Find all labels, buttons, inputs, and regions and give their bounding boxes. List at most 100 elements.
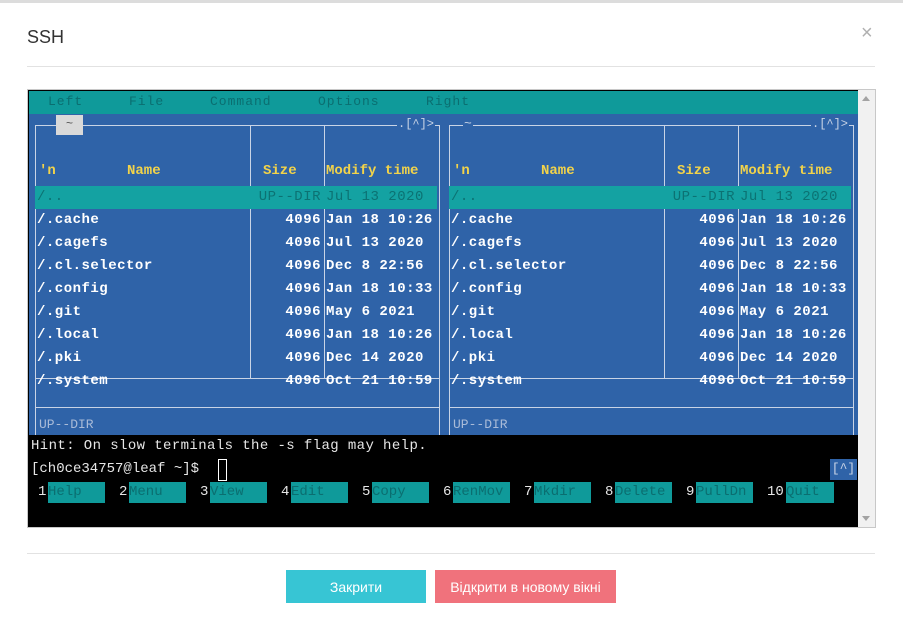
scroll-up-icon[interactable] [862, 96, 870, 101]
fkey-renmov[interactable]: 6 RenMov [434, 482, 515, 503]
close-icon[interactable]: × [861, 22, 873, 45]
file-name: /.cache [451, 212, 514, 228]
footer-divider [27, 553, 875, 554]
file-modify-time: Oct 21 10:59 [326, 373, 433, 389]
fkey-label: RenMov [453, 482, 510, 503]
file-row[interactable]: /.config 4096 Jan 18 10:33 [35, 278, 437, 301]
fkey-number: 6 [443, 484, 452, 500]
right-panel[interactable]: ~ .[^]> 'n Name Size Modify time /.. UP--… [443, 114, 857, 435]
left-panel-top-right[interactable]: .[^]> [397, 117, 436, 131]
col-modify-time[interactable]: Modify time [326, 163, 418, 179]
fkey-label: Copy [372, 482, 429, 503]
header-divider [27, 66, 875, 67]
file-size: 4096 [699, 327, 735, 343]
file-modify-time: May 6 2021 [326, 304, 416, 320]
file-row[interactable]: /.cache 4096 Jan 18 10:26 [35, 209, 437, 232]
right-panel-path[interactable]: ~ [463, 116, 473, 131]
fkey-copy[interactable]: 5 Copy [353, 482, 434, 503]
right-panel-top-right[interactable]: .[^]> [811, 117, 850, 131]
left-panel-path-tab[interactable]: ~ [56, 115, 83, 135]
file-row[interactable]: /.cache 4096 Jan 18 10:26 [449, 209, 851, 232]
file-row[interactable]: /.local 4096 Jan 18 10:26 [35, 324, 437, 347]
fkey-number: 9 [686, 484, 695, 500]
file-modify-time: Jan 18 10:26 [740, 327, 847, 343]
open-in-new-window-button[interactable]: Відкрити в новому вікні [435, 570, 616, 603]
menu-options[interactable]: Options [318, 94, 380, 109]
file-size: 4096 [699, 212, 735, 228]
col-n: 'n [453, 163, 470, 179]
fkey-number: 8 [605, 484, 614, 500]
file-row[interactable]: /.git 4096 May 6 2021 [449, 301, 851, 324]
file-row[interactable]: /.cagefs 4096 Jul 13 2020 [35, 232, 437, 255]
fkey-label: PullDn [696, 482, 753, 503]
file-row[interactable]: /.. UP--DIR Jul 13 2020 [35, 186, 437, 209]
file-modify-time: Jan 18 10:26 [326, 327, 433, 343]
dialog-title: SSH [27, 27, 65, 47]
terminal-scrollbar[interactable] [858, 90, 875, 527]
fkey-edit[interactable]: 4 Edit [272, 482, 353, 503]
col-size[interactable]: Size [263, 163, 297, 179]
file-row[interactable]: /.system 4096 Oct 21 10:59 [35, 370, 437, 393]
fkey-view[interactable]: 3 View [191, 482, 272, 503]
file-row[interactable]: /.cagefs 4096 Jul 13 2020 [449, 232, 851, 255]
file-name: /.git [451, 304, 496, 320]
fkey-label: Help [48, 482, 105, 503]
file-row[interactable]: /.pki 4096 Dec 14 2020 [449, 347, 851, 370]
file-size: 4096 [699, 281, 735, 297]
file-name: /.cl.selector [37, 258, 153, 274]
menu-left[interactable]: Left [48, 94, 83, 109]
hint-line: Hint: On slow terminals the -s flag may … [31, 438, 428, 454]
file-size: UP--DIR [258, 189, 321, 205]
ssh-terminal[interactable]: Left File Command Options Right ~ .[^]> … [27, 89, 876, 528]
col-size[interactable]: Size [677, 163, 711, 179]
file-size: 4096 [285, 327, 321, 343]
file-modify-time: May 6 2021 [740, 304, 830, 320]
file-row[interactable]: /.pki 4096 Dec 14 2020 [35, 347, 437, 370]
fkey-quit[interactable]: 10 Quit [758, 482, 839, 503]
col-modify-time[interactable]: Modify time [740, 163, 832, 179]
fkey-pulldn[interactable]: 9 PullDn [677, 482, 758, 503]
fkey-number: 10 [767, 484, 784, 500]
col-n: 'n [39, 163, 56, 179]
file-name: /.cl.selector [451, 258, 567, 274]
fkey-label: Menu [129, 482, 186, 503]
close-button[interactable]: Закрити [286, 570, 426, 603]
fkey-number: 7 [524, 484, 533, 500]
fkey-number: 1 [38, 484, 47, 500]
scroll-down-icon[interactable] [862, 516, 870, 521]
file-row[interactable]: /.system 4096 Oct 21 10:59 [449, 370, 851, 393]
file-row[interactable]: /.cl.selector 4096 Dec 8 22:56 [35, 255, 437, 278]
file-modify-time: Dec 14 2020 [326, 350, 424, 366]
col-name[interactable]: Name [127, 163, 161, 179]
file-row[interactable]: /.cl.selector 4096 Dec 8 22:56 [449, 255, 851, 278]
fkey-mkdir[interactable]: 7 Mkdir [515, 482, 596, 503]
file-row[interactable]: /.config 4096 Jan 18 10:33 [449, 278, 851, 301]
file-modify-time: Jul 13 2020 [740, 189, 838, 205]
fkey-label: Quit [786, 482, 834, 503]
file-modify-time: Jul 13 2020 [740, 235, 838, 251]
fkey-number: 3 [200, 484, 209, 500]
history-caret-button[interactable]: [^] [830, 459, 857, 480]
file-name: /.system [37, 373, 109, 389]
file-row[interactable]: /.. UP--DIR Jul 13 2020 [449, 186, 851, 209]
left-panel-status: UP--DIR [39, 417, 94, 432]
menu-command[interactable]: Command [210, 94, 272, 109]
file-modify-time: Oct 21 10:59 [740, 373, 847, 389]
right-panel-status: UP--DIR [453, 417, 508, 432]
file-name: /.cagefs [451, 235, 523, 251]
shell-prompt: [ch0ce34757@leaf ~]$ [31, 461, 200, 477]
file-modify-time: Jan 18 10:26 [740, 212, 847, 228]
fkey-delete[interactable]: 8 Delete [596, 482, 677, 503]
file-name: /.config [451, 281, 523, 297]
file-row[interactable]: /.git 4096 May 6 2021 [35, 301, 437, 324]
file-size: 4096 [699, 350, 735, 366]
left-panel[interactable]: ~ .[^]> 'n Name Size Modify time /.. UP--… [29, 114, 443, 435]
fkey-menu[interactable]: 2 Menu [110, 482, 191, 503]
terminal-cursor[interactable] [218, 459, 227, 481]
menu-file[interactable]: File [129, 94, 164, 109]
file-size: 4096 [699, 373, 735, 389]
fkey-help[interactable]: 1 Help [29, 482, 110, 503]
col-name[interactable]: Name [541, 163, 575, 179]
menu-right[interactable]: Right [426, 94, 470, 109]
file-row[interactable]: /.local 4096 Jan 18 10:26 [449, 324, 851, 347]
